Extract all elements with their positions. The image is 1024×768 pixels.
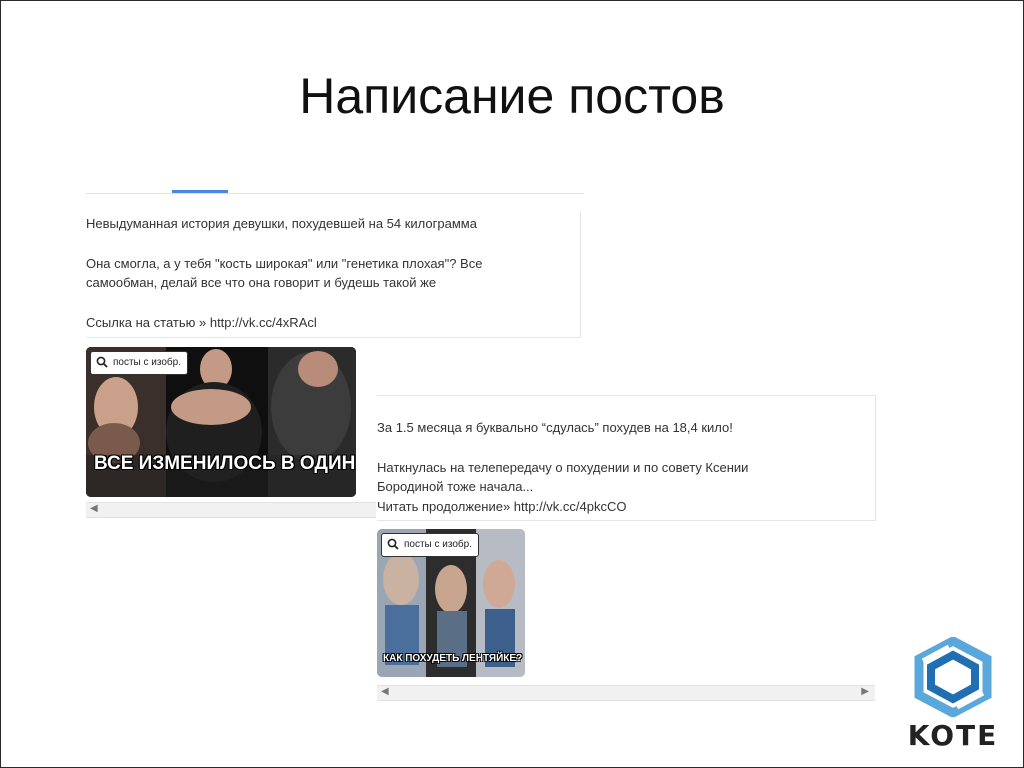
- post-image[interactable]: посты с изобр. ВСЕ ИЗМЕНИЛОСЬ В ОДИН МИГ…: [86, 347, 356, 497]
- post-body-line: самообман, делай все что она говорит и б…: [86, 275, 437, 290]
- post-headline: Невыдуманная история девушки, похудевшей…: [86, 216, 477, 231]
- post-text-card: Невыдуманная история девушки, похудевшей…: [86, 211, 581, 338]
- image-overlay-text: КАК ПОХУДЕТЬ ЛЕНТЯЙКЕ?: [383, 653, 523, 664]
- chevron-right-icon[interactable]: ▶: [861, 686, 869, 697]
- post-headline: За 1.5 месяца я буквально “сдулась” поху…: [377, 420, 733, 435]
- post-text-card: За 1.5 месяца я буквально “сдулась” поху…: [377, 395, 876, 521]
- post-link[interactable]: Ссылка на статью » http://vk.cc/4xRAcl: [86, 313, 317, 332]
- horizontal-scrollbar[interactable]: ◀: [86, 502, 376, 518]
- logo-text: KOTE: [907, 719, 999, 752]
- hexagon-logo-icon: [914, 635, 992, 719]
- post-body-line: Она смогла, а у тебя "кость широкая" или…: [86, 256, 483, 271]
- chevron-left-icon[interactable]: ◀: [90, 503, 98, 514]
- kote-logo: KOTE: [891, 635, 1015, 757]
- badge-label: посты с изобр.: [404, 539, 472, 550]
- slide-title: Написание постов: [299, 68, 725, 124]
- badge-label: посты с изобр.: [113, 357, 181, 368]
- search-icon: [387, 538, 399, 550]
- post-link[interactable]: Читать продолжение» http://vk.cc/4pkcCO: [377, 497, 627, 516]
- active-tab-indicator[interactable]: [172, 190, 228, 193]
- chevron-left-icon[interactable]: ◀: [381, 686, 389, 697]
- tab-divider: [86, 193, 584, 194]
- post-image[interactable]: посты с изобр. КАК ПОХУДЕТЬ ЛЕНТЯЙКЕ?: [377, 529, 525, 677]
- post-body-line: Наткнулась на телепередачу о похудении и…: [377, 460, 749, 475]
- search-icon: [96, 356, 108, 368]
- post-body-line: Бородиной тоже начала...: [377, 479, 534, 494]
- search-badge[interactable]: посты с изобр.: [90, 351, 188, 375]
- horizontal-scrollbar[interactable]: ◀ ▶: [377, 685, 875, 701]
- search-badge[interactable]: посты с изобр.: [381, 533, 479, 557]
- image-overlay-text: ВСЕ ИЗМЕНИЛОСЬ В ОДИН МИГ...: [94, 453, 356, 474]
- slide: Написание постов Невыдуманная история де…: [0, 0, 1024, 768]
